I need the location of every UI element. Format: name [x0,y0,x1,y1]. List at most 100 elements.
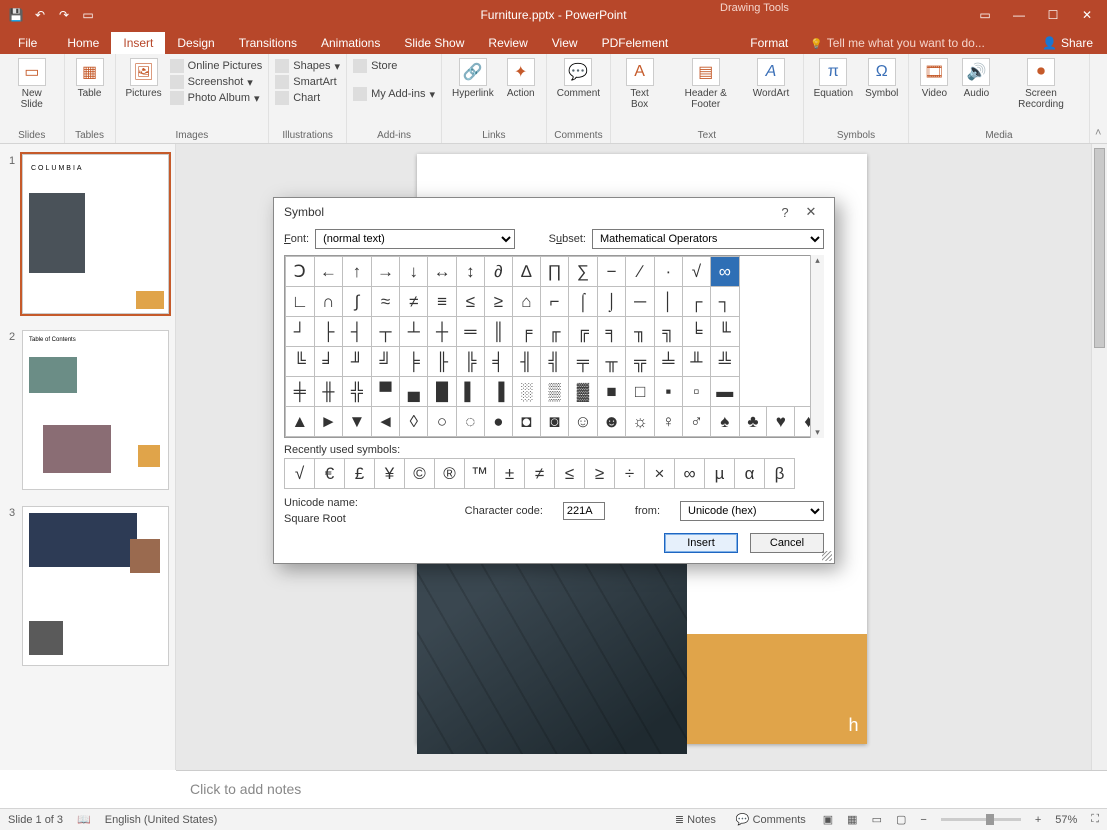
tab-animations[interactable]: Animations [309,32,392,54]
scroll-up-icon[interactable]: ▴ [815,255,820,266]
notes-toggle[interactable]: ≣ Notes [672,813,719,826]
symbol-cell[interactable]: ╤ [569,347,598,377]
symbol-cell[interactable]: ● [484,407,512,437]
char-code-input[interactable] [563,502,605,520]
equation-button[interactable]: πEquation [810,56,857,101]
symbol-cell[interactable]: ∑ [569,257,598,287]
wordart-button[interactable]: AWordArt [749,56,792,101]
symbol-cell[interactable]: ∕ [626,257,654,287]
help-icon[interactable]: ? [772,205,798,220]
sorter-view-icon[interactable]: ▦ [847,813,857,826]
symbol-cell[interactable]: ◌ [456,407,484,437]
symbol-cell[interactable]: ╪ [286,377,315,407]
recent-symbol-cell[interactable]: £ [345,459,375,489]
zoom-handle[interactable] [986,814,994,825]
symbol-cell[interactable]: ╢ [512,347,540,377]
symbol-button[interactable]: ΩSymbol [861,56,902,101]
symbol-cell[interactable]: ⌠ [569,287,598,317]
symbol-cell[interactable]: ≤ [456,287,484,317]
symbol-cell[interactable]: ♥ [767,407,795,437]
recent-symbol-cell[interactable]: ¥ [375,459,405,489]
header-footer-button[interactable]: ▤Header & Footer [666,56,745,112]
symbol-cell[interactable]: ◘ [512,407,540,437]
comments-toggle[interactable]: 💬 Comments [733,813,809,826]
symbol-grid[interactable]: Ↄ←↑→↓↔↕∂∆∏∑−∕∙√∞∟∩∫≈≠≡≤≥⌂⌐⌠⌡─│┌┐┘├┤┬┴┼═║… [284,255,824,438]
symbol-cell[interactable]: ∟ [286,287,315,317]
symbol-cell[interactable]: ≡ [428,287,457,317]
recent-symbol-cell[interactable]: © [405,459,435,489]
screen-recording-button[interactable]: ⏺Screen Recording [999,56,1082,112]
symbol-cell[interactable]: ▄ [400,377,428,407]
symbol-cell[interactable]: ⌡ [597,287,626,317]
chart-button[interactable]: Chart [275,90,340,106]
minimize-icon[interactable]: — [1009,8,1029,22]
symbol-cell[interactable]: ┬ [371,317,400,347]
symbol-cell[interactable]: ▫ [682,377,710,407]
symbol-cell[interactable]: ╚ [286,347,315,377]
text-box-button[interactable]: AText Box [617,56,662,112]
grid-scrollbar[interactable]: ▴▾ [810,255,824,438]
store-button[interactable]: Store [353,58,435,74]
tab-format[interactable]: Format [738,32,800,54]
smartart-button[interactable]: SmartArt [275,74,340,90]
symbol-cell[interactable]: ▲ [286,407,315,437]
symbol-cell[interactable]: ║ [484,317,512,347]
scroll-down-icon[interactable]: ▾ [815,427,820,438]
symbol-cell[interactable]: ┤ [343,317,372,347]
zoom-slider[interactable] [941,818,1021,821]
symbol-cell[interactable]: ◊ [400,407,428,437]
symbol-cell[interactable]: ┴ [400,317,428,347]
pictures-button[interactable]: 🖼Pictures [122,56,166,101]
maximize-icon[interactable]: ☐ [1043,8,1063,22]
symbol-cell[interactable]: ╙ [710,317,739,347]
symbol-cell[interactable]: ∙ [654,257,682,287]
fit-to-window-icon[interactable]: ⛶ [1091,813,1099,826]
symbol-cell[interactable]: ♣ [739,407,767,437]
photo-album-button[interactable]: Photo Album▾ [170,90,263,106]
symbol-cell[interactable]: ∆ [512,257,540,287]
symbol-cell[interactable]: ╡ [484,347,512,377]
slide-thumbnails-panel[interactable]: 1 COLUMBIA 2 Table of Contents 3 [0,144,176,770]
language-status[interactable]: English (United States) [105,814,218,826]
shapes-button[interactable]: Shapes▾ [275,58,340,74]
tab-review[interactable]: Review [476,32,539,54]
symbol-cell[interactable]: ╥ [597,347,626,377]
tab-view[interactable]: View [540,32,590,54]
symbol-cell[interactable]: ▪ [654,377,682,407]
symbol-cell[interactable]: ≥ [484,287,512,317]
dialog-titlebar[interactable]: Symbol ? ✕ [274,198,834,226]
symbol-cell[interactable]: ∞ [710,257,739,287]
tab-slideshow[interactable]: Slide Show [392,32,476,54]
symbol-cell[interactable]: ╩ [710,347,739,377]
recent-symbol-cell[interactable]: β [765,459,795,489]
symbol-cell[interactable]: □ [626,377,654,407]
spellcheck-icon[interactable]: 📖 [77,813,91,826]
symbol-cell[interactable]: ♀ [654,407,682,437]
symbol-cell[interactable]: ├ [314,317,343,347]
symbol-cell[interactable]: ☺ [569,407,598,437]
resize-grip[interactable] [822,551,832,561]
symbol-cell[interactable]: ┌ [682,287,710,317]
symbol-cell[interactable]: ═ [456,317,484,347]
symbol-cell[interactable]: → [371,257,400,287]
symbol-cell[interactable]: ↓ [400,257,428,287]
recent-symbol-cell[interactable]: ∞ [675,459,705,489]
symbol-cell[interactable]: │ [654,287,682,317]
undo-icon[interactable]: ↶ [32,7,48,23]
redo-icon[interactable]: ↷ [56,7,72,23]
recent-symbol-cell[interactable]: × [645,459,675,489]
save-icon[interactable]: 💾 [8,7,24,23]
symbol-cell[interactable]: ┘ [286,317,315,347]
symbol-cell[interactable]: ∂ [484,257,512,287]
slideshow-view-icon[interactable]: ▢ [896,813,906,826]
online-pictures-button[interactable]: Online Pictures [170,58,263,74]
symbol-cell[interactable]: ┐ [710,287,739,317]
font-select[interactable]: (normal text) [315,229,515,249]
symbol-cell[interactable]: ☻ [597,407,626,437]
slide-thumbnail-1[interactable]: 1 COLUMBIA [22,154,169,314]
symbol-cell[interactable]: ░ [512,377,540,407]
symbol-cell[interactable]: ╓ [540,317,568,347]
symbol-cell[interactable]: ↕ [456,257,484,287]
share-button[interactable]: 👤Share [1028,32,1107,54]
symbol-cell[interactable]: ∏ [540,257,568,287]
